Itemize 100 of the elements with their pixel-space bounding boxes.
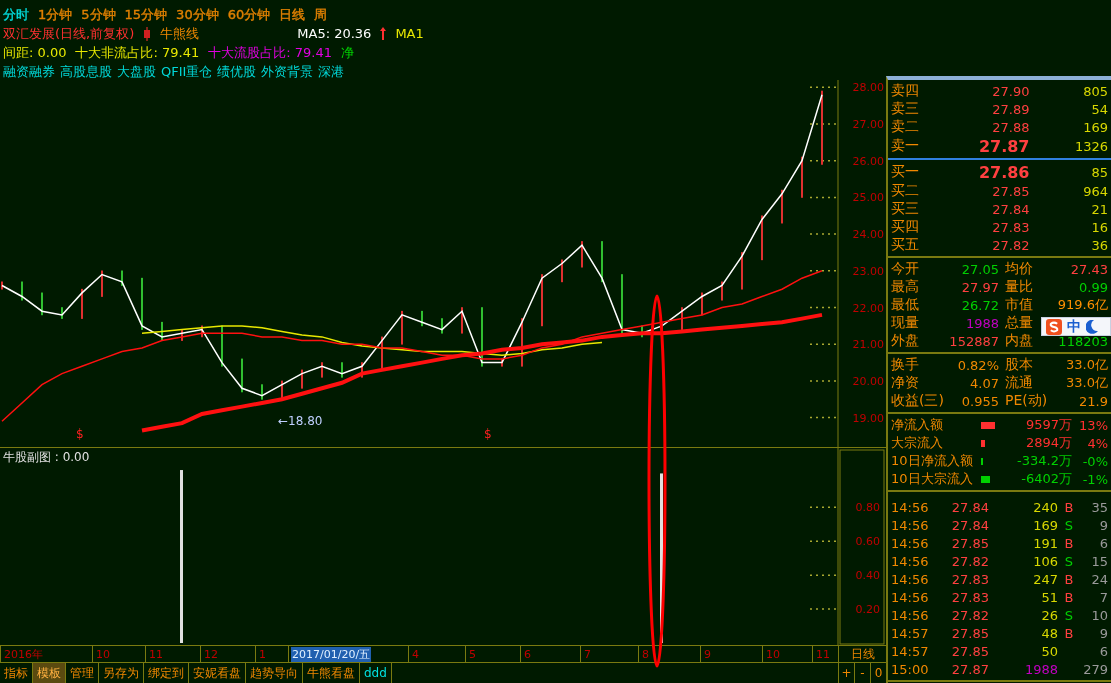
indicator-value: 间距: 0.00 (3, 43, 67, 62)
indicator-value: 净 (340, 43, 354, 62)
zoom-button[interactable]: + (838, 663, 854, 683)
tick-volume: 26 (1040, 607, 1058, 623)
stat-value: 0.82% (957, 357, 999, 373)
trade-side: S (1063, 553, 1075, 569)
stat-label: 股本 (1005, 356, 1033, 374)
flow-amount: -334.2万 (1016, 452, 1072, 470)
tick-price: 27.85 (950, 625, 989, 641)
date-axis-label: 2016年 (3, 646, 44, 662)
stat-label: 均价 (1005, 260, 1033, 278)
stat-value: 0.955 (961, 393, 999, 409)
order-label: 买二 (891, 182, 920, 200)
flow-label: 大宗流入 (891, 434, 944, 452)
candlestick (481, 307, 483, 367)
order-price: 27.86 (977, 162, 1030, 182)
tick-time: 14:56 (891, 517, 930, 533)
candlestick (401, 310, 403, 345)
stat-value: 33.0亿 (1066, 374, 1108, 392)
tick-volume: 48 (1040, 625, 1058, 641)
date-axis-label: 1 (258, 647, 267, 661)
period-tab[interactable]: 15分钟 (124, 5, 168, 24)
axis-label: 21.00 (852, 338, 884, 352)
date-axis-label: 7 (583, 647, 592, 661)
tick-volume: 191 (1032, 535, 1058, 551)
candlestick (41, 292, 43, 316)
order-volume: 169 (1082, 119, 1108, 135)
concept-tag[interactable]: 大盘股 (117, 62, 156, 81)
order-volume: 16 (1090, 219, 1108, 235)
order-volume: 85 (1090, 164, 1108, 180)
flow-amount: -6402万 (1020, 470, 1072, 488)
order-price: 27.87 (977, 136, 1030, 156)
indicator-value: 十大流股占比: 79.41 (208, 43, 332, 62)
tick-price: 27.84 (950, 499, 989, 515)
tick-volume: 106 (1032, 553, 1058, 569)
date-axis-label: 10 (765, 647, 781, 661)
period-tab[interactable]: 周 (314, 5, 328, 24)
candlestick (561, 259, 563, 283)
order-volume: 21 (1090, 201, 1108, 217)
ime-toolbar[interactable]: 中 (1041, 317, 1111, 336)
candlestick (761, 215, 763, 261)
chart-annotation: ←18.80 (278, 414, 323, 428)
period-tab[interactable]: 1分钟 (38, 5, 73, 24)
concept-tag[interactable]: 高股息股 (60, 62, 112, 81)
candlestick (621, 274, 623, 334)
axis-label: 27.00 (852, 118, 884, 132)
order-label: 卖三 (891, 100, 920, 118)
axis-label: 24.00 (852, 228, 884, 242)
concept-tag[interactable]: 外资背景 (261, 62, 314, 81)
period-tab[interactable]: 分时 (3, 5, 29, 24)
stat-value: 26.72 (961, 297, 999, 313)
concept-tag[interactable]: 绩优股 (217, 62, 257, 81)
order-label: 卖四 (891, 82, 920, 100)
candlestick (321, 362, 323, 378)
tick-time: 14:56 (891, 589, 930, 605)
candlestick (201, 325, 203, 338)
tick-price: 27.85 (950, 535, 989, 551)
stat-label: 换手 (891, 356, 919, 374)
tick-count: 6 (1098, 535, 1108, 551)
axis-label: 25.00 (852, 191, 884, 205)
candlestick (221, 325, 223, 367)
candlestick (501, 358, 503, 367)
date-axis-label: 12 (203, 647, 219, 661)
ma-value: MA5: 20.36 (297, 26, 372, 41)
period-tab[interactable]: 30分钟 (176, 5, 219, 24)
tick-volume: 1988 (1023, 661, 1058, 677)
period-tab[interactable]: 5分钟 (81, 5, 116, 24)
tick-price: 27.85 (950, 643, 989, 659)
chart-annotation: $ (76, 426, 84, 441)
candlestick (441, 318, 443, 334)
template-tab[interactable]: 模板 (33, 663, 66, 683)
concept-tag[interactable]: 融资融券 (3, 62, 55, 81)
candlestick (341, 362, 343, 378)
stat-label: 市值 (1005, 296, 1033, 314)
concept-tag[interactable]: 深港 (318, 62, 345, 81)
candlestick (281, 380, 283, 400)
order-price: 27.83 (991, 219, 1030, 235)
candlestick (381, 336, 383, 371)
period-tab[interactable]: 60分钟 (227, 5, 271, 24)
input-method-logo-icon (1046, 318, 1062, 335)
tick-time: 14:56 (891, 553, 930, 569)
stat-value: 27.05 (961, 261, 999, 277)
concept-tag[interactable]: QFII重仓 (161, 62, 213, 81)
candlestick (781, 189, 783, 224)
period-tab[interactable]: 日线 (279, 5, 306, 24)
chart-annotation: $ (484, 426, 492, 441)
date-axis-label: 2017/01/20/五 (291, 646, 372, 662)
stat-label: 最高 (891, 278, 919, 296)
stat-label: 最低 (891, 296, 919, 314)
order-price: 27.88 (991, 119, 1030, 135)
order-price: 27.82 (991, 237, 1030, 253)
tick-count: 35 (1090, 499, 1108, 515)
candlestick (61, 307, 63, 319)
flow-amount: 9597万 (1024, 416, 1072, 434)
candlestick-icon (143, 26, 152, 41)
trade-side: B (1063, 571, 1075, 587)
axis-label: 19.00 (852, 411, 884, 425)
tick-count: 6 (1098, 643, 1108, 659)
candlestick (741, 252, 743, 290)
axis-label: 0.40 (855, 569, 880, 583)
